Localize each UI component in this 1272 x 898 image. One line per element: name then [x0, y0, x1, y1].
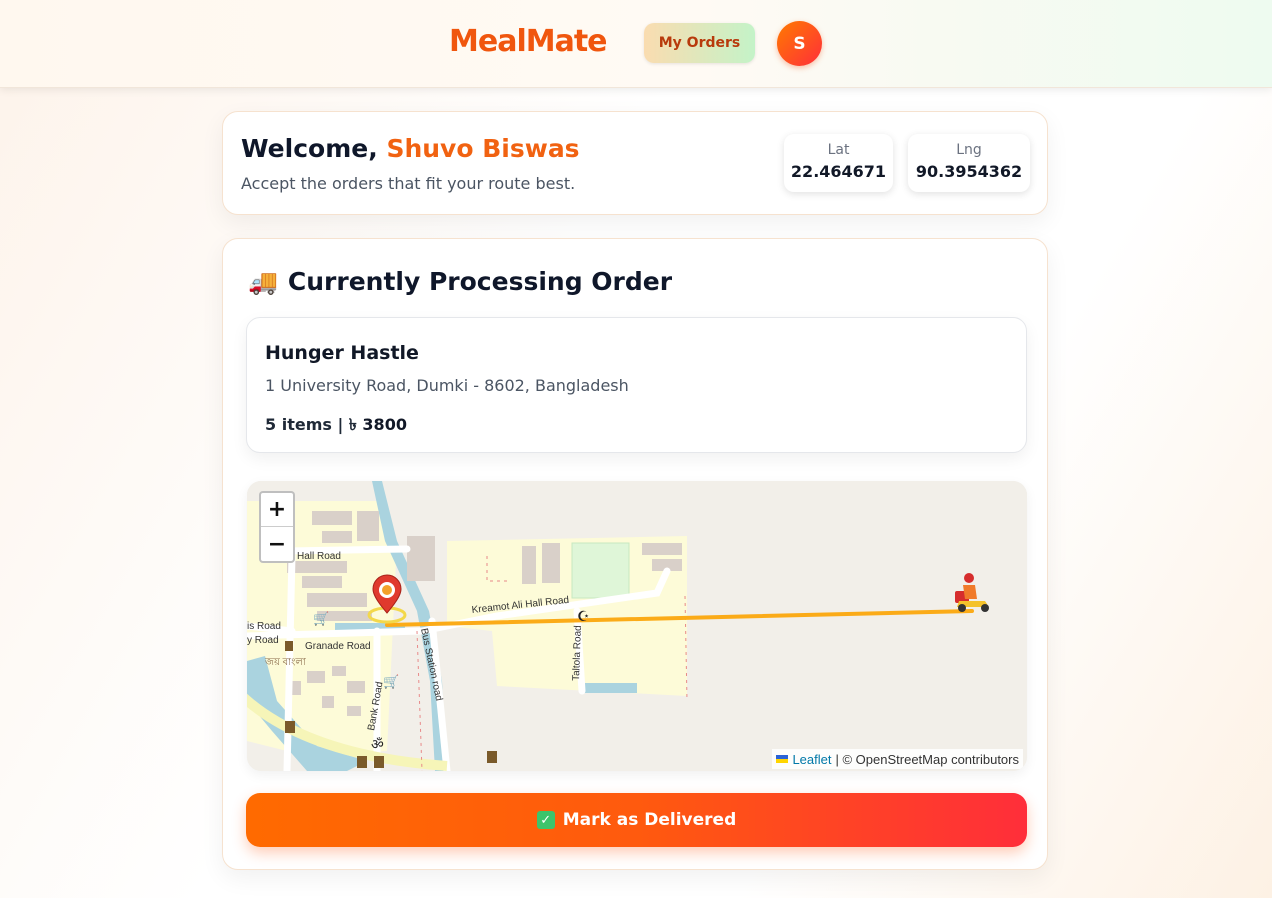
welcome-subtitle: Accept the orders that fit your route be…	[241, 174, 576, 193]
label-hall-road: Hall Road	[297, 551, 341, 562]
ukraine-flag-icon	[776, 755, 789, 763]
leaflet-link[interactable]: Leaflet	[792, 752, 831, 767]
label-is-road: is Road	[247, 621, 281, 632]
label-granade-road: Granade Road	[305, 641, 371, 652]
rider-name: Shuvo Biswas	[386, 134, 580, 163]
longitude-value: 90.3954362	[915, 162, 1023, 181]
label-bangla: জয় বাংলা	[264, 657, 307, 668]
map-pond	[582, 683, 637, 693]
welcome-greeting: Welcome,	[241, 134, 378, 163]
mark-delivered-button[interactable]: ✓ Mark as Delivered	[246, 793, 1027, 847]
map-attribution: Leaflet | © OpenStreetMap contributors	[772, 749, 1023, 769]
order-amount: 3800	[362, 415, 407, 434]
check-icon: ✓	[536, 811, 555, 829]
latitude-box: Lat 22.464671	[784, 134, 893, 192]
order-summary: 5 items | ৳ 3800	[265, 412, 407, 439]
map-zoom-control: + −	[259, 491, 295, 563]
latitude-value: 22.464671	[790, 162, 887, 181]
route-map[interactable]: Hall Road Kreamot Ali Hall Road Granade …	[247, 481, 1027, 771]
processing-order-card: 🚚 Currently Processing Order Hunger Hast…	[222, 238, 1048, 870]
osm-attribution-text: | © OpenStreetMap contributors	[835, 751, 1020, 767]
mark-delivered-label: Mark as Delivered	[562, 810, 737, 830]
zoom-in-button[interactable]: +	[261, 493, 293, 527]
top-navbar: MealMate My Orders S	[0, 0, 1272, 88]
app-logo[interactable]: MealMate	[449, 24, 608, 59]
processing-title: Currently Processing Order	[287, 267, 673, 296]
welcome-card: Welcome, Shuvo Biswas Accept the orders …	[222, 111, 1048, 215]
longitude-box: Lng 90.3954362	[908, 134, 1030, 192]
svg-text:ॐ: ॐ	[371, 737, 384, 753]
label-taltola-road: Taltola Road	[571, 625, 584, 681]
truck-icon: 🚚	[248, 267, 278, 296]
svg-text:🛒: 🛒	[313, 611, 329, 627]
latitude-label: Lat	[827, 142, 850, 158]
order-details: Hunger Hastle 1 University Road, Dumki -…	[246, 317, 1027, 453]
longitude-label: Lng	[956, 142, 982, 158]
welcome-heading: Welcome, Shuvo Biswas	[241, 134, 580, 163]
restaurant-name: Hunger Hastle	[265, 342, 419, 364]
svg-text:☪: ☪	[577, 609, 590, 625]
my-orders-button[interactable]: My Orders	[644, 23, 755, 63]
label-y-road: y Road	[247, 635, 279, 646]
svg-text:🛒: 🛒	[383, 674, 399, 690]
map-tiles: Hall Road Kreamot Ali Hall Road Granade …	[247, 481, 1027, 771]
processing-heading: 🚚 Currently Processing Order	[248, 267, 672, 296]
user-avatar[interactable]: S	[777, 21, 822, 66]
zoom-out-button[interactable]: −	[261, 527, 293, 561]
items-count: 5 items | ৳	[265, 415, 357, 434]
map-park	[571, 542, 630, 599]
restaurant-address: 1 University Road, Dumki - 8602, Banglad…	[265, 376, 629, 395]
